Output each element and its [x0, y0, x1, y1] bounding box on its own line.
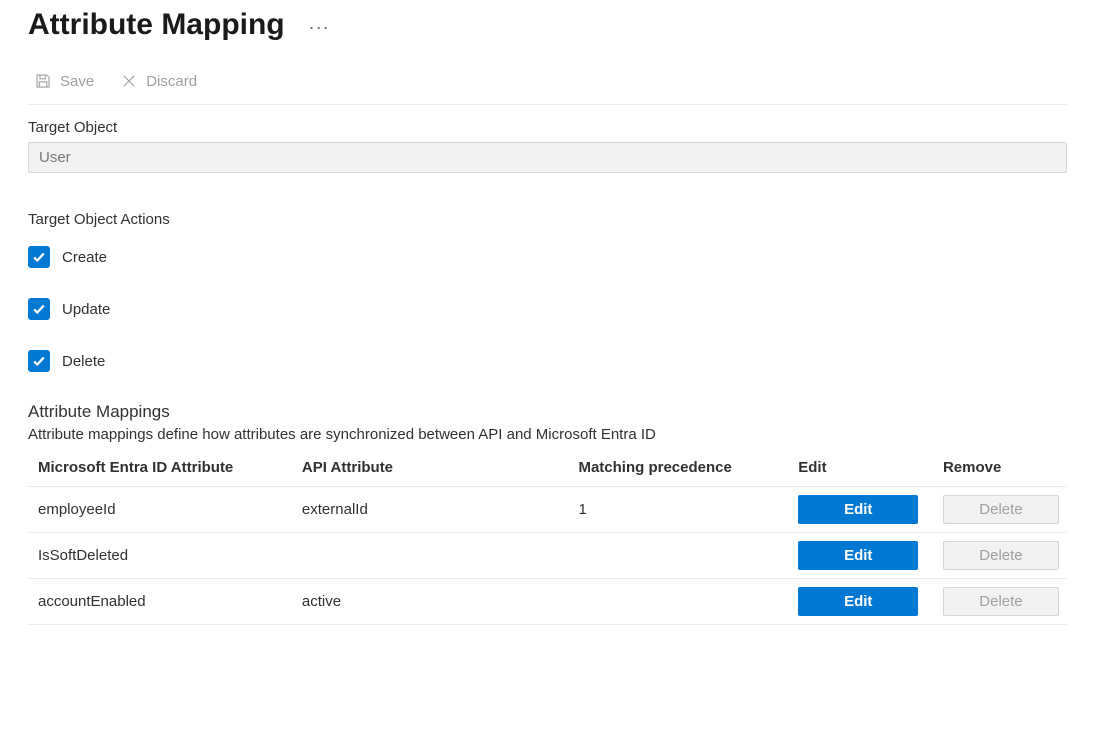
attribute-mappings-table: Microsoft Entra ID Attribute API Attribu…: [28, 449, 1067, 625]
column-header-entra: Microsoft Entra ID Attribute: [28, 449, 292, 487]
target-object-label: Target Object: [28, 119, 1067, 136]
attribute-mappings-desc: Attribute mappings define how attributes…: [28, 426, 1067, 443]
column-header-edit: Edit: [788, 449, 933, 487]
edit-button[interactable]: Edit: [798, 587, 918, 616]
cell-matching: [568, 533, 788, 579]
checkbox-delete[interactable]: [28, 350, 50, 372]
cell-api: active: [292, 579, 569, 625]
discard-icon: [120, 72, 138, 90]
checkbox-label-delete: Delete: [62, 353, 105, 370]
cell-entra: accountEnabled: [28, 579, 292, 625]
checkbox-label-update: Update: [62, 301, 110, 318]
edit-button[interactable]: Edit: [798, 541, 918, 570]
target-object-actions-list: Create Update Delete: [28, 246, 1067, 372]
page-title: Attribute Mapping: [28, 8, 285, 42]
edit-button[interactable]: Edit: [798, 495, 918, 524]
table-row: accountEnabled active Edit Delete: [28, 579, 1067, 625]
checkbox-update[interactable]: [28, 298, 50, 320]
save-button[interactable]: Save: [28, 68, 100, 94]
cell-api: externalId: [292, 487, 569, 533]
delete-button[interactable]: Delete: [943, 495, 1059, 524]
more-icon[interactable]: ···: [309, 17, 330, 38]
checkmark-icon: [32, 354, 46, 368]
checkbox-row-create: Create: [28, 246, 1067, 268]
target-object-actions-label: Target Object Actions: [28, 211, 1067, 228]
checkbox-row-delete: Delete: [28, 350, 1067, 372]
delete-button[interactable]: Delete: [943, 587, 1059, 616]
column-header-matching: Matching precedence: [568, 449, 788, 487]
cell-entra: IsSoftDeleted: [28, 533, 292, 579]
checkbox-row-update: Update: [28, 298, 1067, 320]
delete-button[interactable]: Delete: [943, 541, 1059, 570]
cell-entra: employeeId: [28, 487, 292, 533]
checkmark-icon: [32, 250, 46, 264]
target-object-input[interactable]: [28, 142, 1067, 173]
cell-api: [292, 533, 569, 579]
toolbar: Save Discard: [28, 68, 1067, 105]
checkmark-icon: [32, 302, 46, 316]
cell-matching: 1: [568, 487, 788, 533]
table-row: employeeId externalId 1 Edit Delete: [28, 487, 1067, 533]
discard-label: Discard: [146, 73, 197, 90]
column-header-remove: Remove: [933, 449, 1067, 487]
discard-button[interactable]: Discard: [114, 68, 203, 94]
cell-matching: [568, 579, 788, 625]
checkbox-label-create: Create: [62, 249, 107, 266]
checkbox-create[interactable]: [28, 246, 50, 268]
save-label: Save: [60, 73, 94, 90]
column-header-api: API Attribute: [292, 449, 569, 487]
attribute-mappings-title: Attribute Mappings: [28, 402, 1067, 422]
save-icon: [34, 72, 52, 90]
page-header: Attribute Mapping ···: [28, 8, 1067, 42]
table-row: IsSoftDeleted Edit Delete: [28, 533, 1067, 579]
